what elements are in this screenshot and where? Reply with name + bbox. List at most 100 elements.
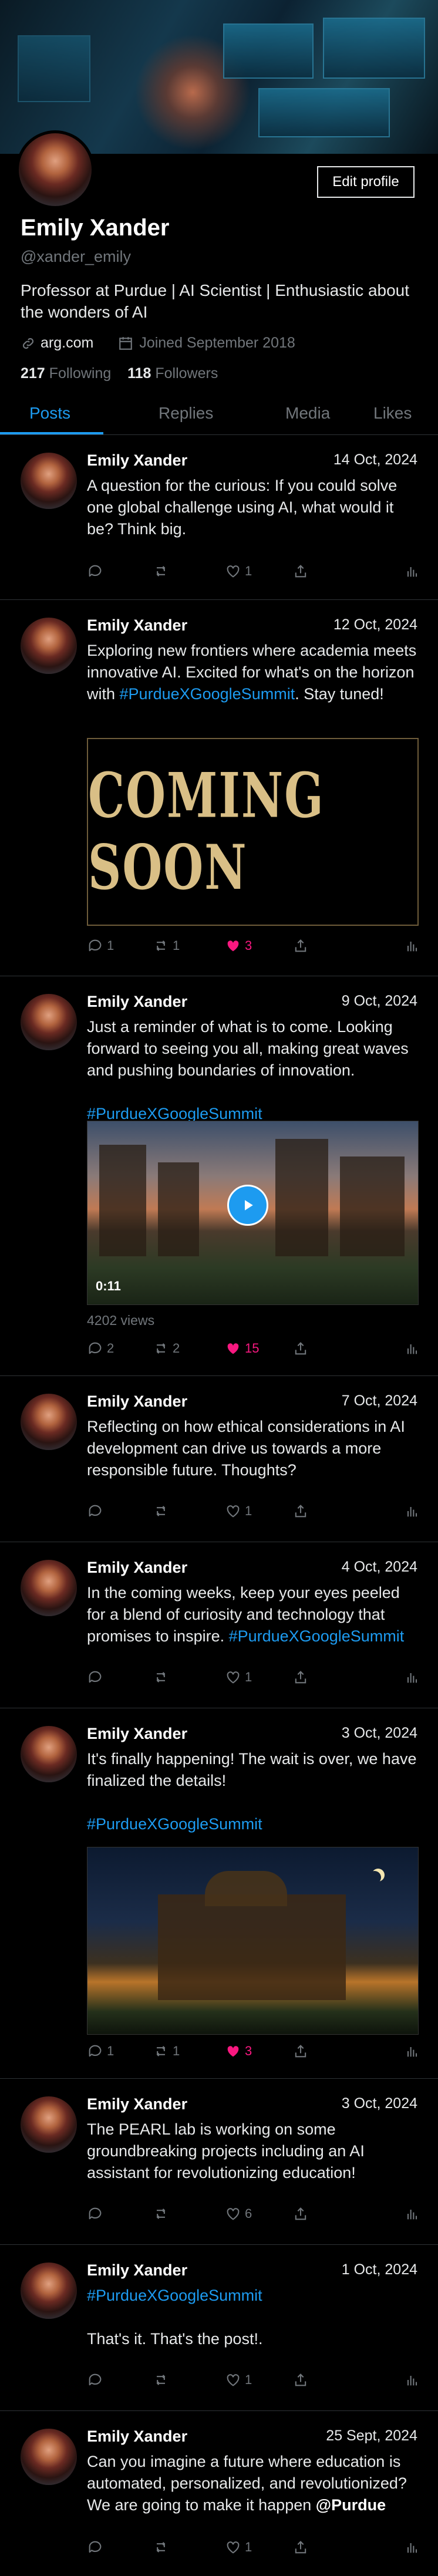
post-author[interactable]: Emily Xander [87,2427,187,2446]
tab-posts[interactable]: Posts [29,404,70,423]
hashtag-link[interactable]: #PurdueXGoogleSummit [120,685,295,703]
views-button[interactable] [404,1503,420,1519]
share-button[interactable] [292,938,309,954]
like-button[interactable]: 3 [225,938,252,954]
views-button[interactable] [404,2372,420,2388]
avatar[interactable] [21,1394,77,1450]
reply-button[interactable]: 1 [87,938,114,954]
share-button[interactable] [292,1503,309,1519]
post-image[interactable] [87,1847,419,2035]
post-author[interactable]: Emily Xander [87,2261,187,2280]
post-author[interactable]: Emily Xander [87,451,187,470]
avatar[interactable] [21,1560,77,1616]
share-button[interactable] [292,1340,309,1357]
profile-avatar[interactable] [16,130,95,209]
repost-button[interactable]: 1 [153,2043,180,2059]
views-button[interactable] [404,938,420,954]
tab-replies[interactable]: Replies [159,404,213,423]
post[interactable]: Emily Xander 14 Oct, 2024 A question for… [0,435,438,600]
avatar[interactable] [21,994,77,1050]
views-button[interactable] [404,2206,420,2222]
tab-likes[interactable]: Likes [373,404,412,423]
hashtag-link[interactable]: #PurdueXGoogleSummit [229,1627,405,1645]
reply-button[interactable]: 2 [87,1340,114,1357]
like-button[interactable]: 1 [225,2539,252,2555]
hashtag-link[interactable]: #PurdueXGoogleSummit [87,1815,262,1833]
followers-link[interactable]: 118 Followers [127,365,218,382]
views-button[interactable] [404,2043,420,2059]
post-author[interactable]: Emily Xander [87,1559,187,1577]
post[interactable]: Emily Xander 7 Oct, 2024 Reflecting on h… [0,1376,438,1542]
following-link[interactable]: 217 Following [21,365,111,382]
share-button[interactable] [292,2206,309,2222]
repost-button[interactable]: 1 [153,938,180,954]
hashtag-link[interactable]: #PurdueXGoogleSummit [87,2287,262,2304]
post[interactable]: Emily Xander 3 Oct, 2024 The PEARL lab i… [0,2079,438,2245]
post-image[interactable]: COMING SOON [87,738,419,926]
avatar[interactable] [21,2429,77,2485]
share-button[interactable] [292,2043,309,2059]
views-button[interactable] [404,1340,420,1357]
views-button[interactable] [404,2539,420,2555]
avatar[interactable] [21,2263,77,2319]
post-video[interactable]: 0:11 [87,1121,419,1305]
like-button[interactable]: 15 [225,1340,259,1357]
tab-media[interactable]: Media [285,404,330,423]
views-icon [404,1503,420,1519]
share-button[interactable] [292,2539,309,2555]
link-icon [22,338,34,349]
reply-button[interactable] [87,2539,107,2555]
reply-button[interactable] [87,1669,107,1685]
mention-link[interactable]: @Purdue [316,2496,386,2514]
like-button[interactable]: 1 [225,563,252,579]
avatar[interactable] [21,618,77,674]
share-icon [292,2372,309,2388]
repost-button[interactable] [153,2206,173,2222]
post-author[interactable]: Emily Xander [87,2095,187,2113]
views-button[interactable] [404,1669,420,1685]
post[interactable]: Emily Xander 3 Oct, 2024 It's finally ha… [0,1708,438,2079]
play-icon[interactable] [227,1185,268,1226]
post[interactable]: Emily Xander 4 Oct, 2024 In the coming w… [0,1542,438,1708]
repost-button[interactable] [153,563,173,579]
reply-button[interactable] [87,2372,107,2388]
edit-profile-button[interactable]: Edit profile [317,166,415,198]
post-date: 7 Oct, 2024 [341,1392,417,1409]
like-button[interactable]: 1 [225,2372,252,2388]
repost-button[interactable] [153,2372,173,2388]
post[interactable]: Emily Xander 12 Oct, 2024 Exploring new … [0,600,438,976]
view-count: 4202 views [87,1313,155,1328]
post-author[interactable]: Emily Xander [87,1392,187,1411]
share-button[interactable] [292,1669,309,1685]
like-button[interactable]: 6 [225,2206,252,2222]
repost-button[interactable]: 2 [153,1340,180,1357]
reply-button[interactable] [87,1503,107,1519]
post-author[interactable]: Emily Xander [87,993,187,1011]
hashtag-link[interactable]: #PurdueXGoogleSummit [87,1105,262,1122]
repost-button[interactable] [153,2539,173,2555]
avatar[interactable] [21,1726,77,1782]
reply-button[interactable] [87,2206,107,2222]
repost-button[interactable] [153,1503,173,1519]
share-button[interactable] [292,563,309,579]
like-button[interactable]: 3 [225,2043,252,2059]
post[interactable]: Emily Xander 9 Oct, 2024 Just a reminder… [0,976,438,1376]
post-text: It's finally happening! The wait is over… [87,1750,417,1833]
post-author[interactable]: Emily Xander [87,1725,187,1743]
views-icon [404,1669,420,1685]
avatar[interactable] [21,2096,77,2153]
reply-button[interactable] [87,563,107,579]
repost-button[interactable] [153,1669,173,1685]
post[interactable]: Emily Xander 25 Sept, 2024 Can you imagi… [0,2411,438,2576]
profile-website-link[interactable]: arg.com [41,335,93,352]
views-button[interactable] [404,563,420,579]
reply-button[interactable]: 1 [87,2043,114,2059]
post-author[interactable]: Emily Xander [87,616,187,635]
avatar[interactable] [21,453,77,509]
post[interactable]: Emily Xander 1 Oct, 2024 #PurdueXGoogleS… [0,2245,438,2411]
like-button[interactable]: 1 [225,1503,252,1519]
post-actions: 1 [87,1669,419,1689]
share-button[interactable] [292,2372,309,2388]
like-button[interactable]: 1 [225,1669,252,1685]
like-icon [225,2206,241,2222]
